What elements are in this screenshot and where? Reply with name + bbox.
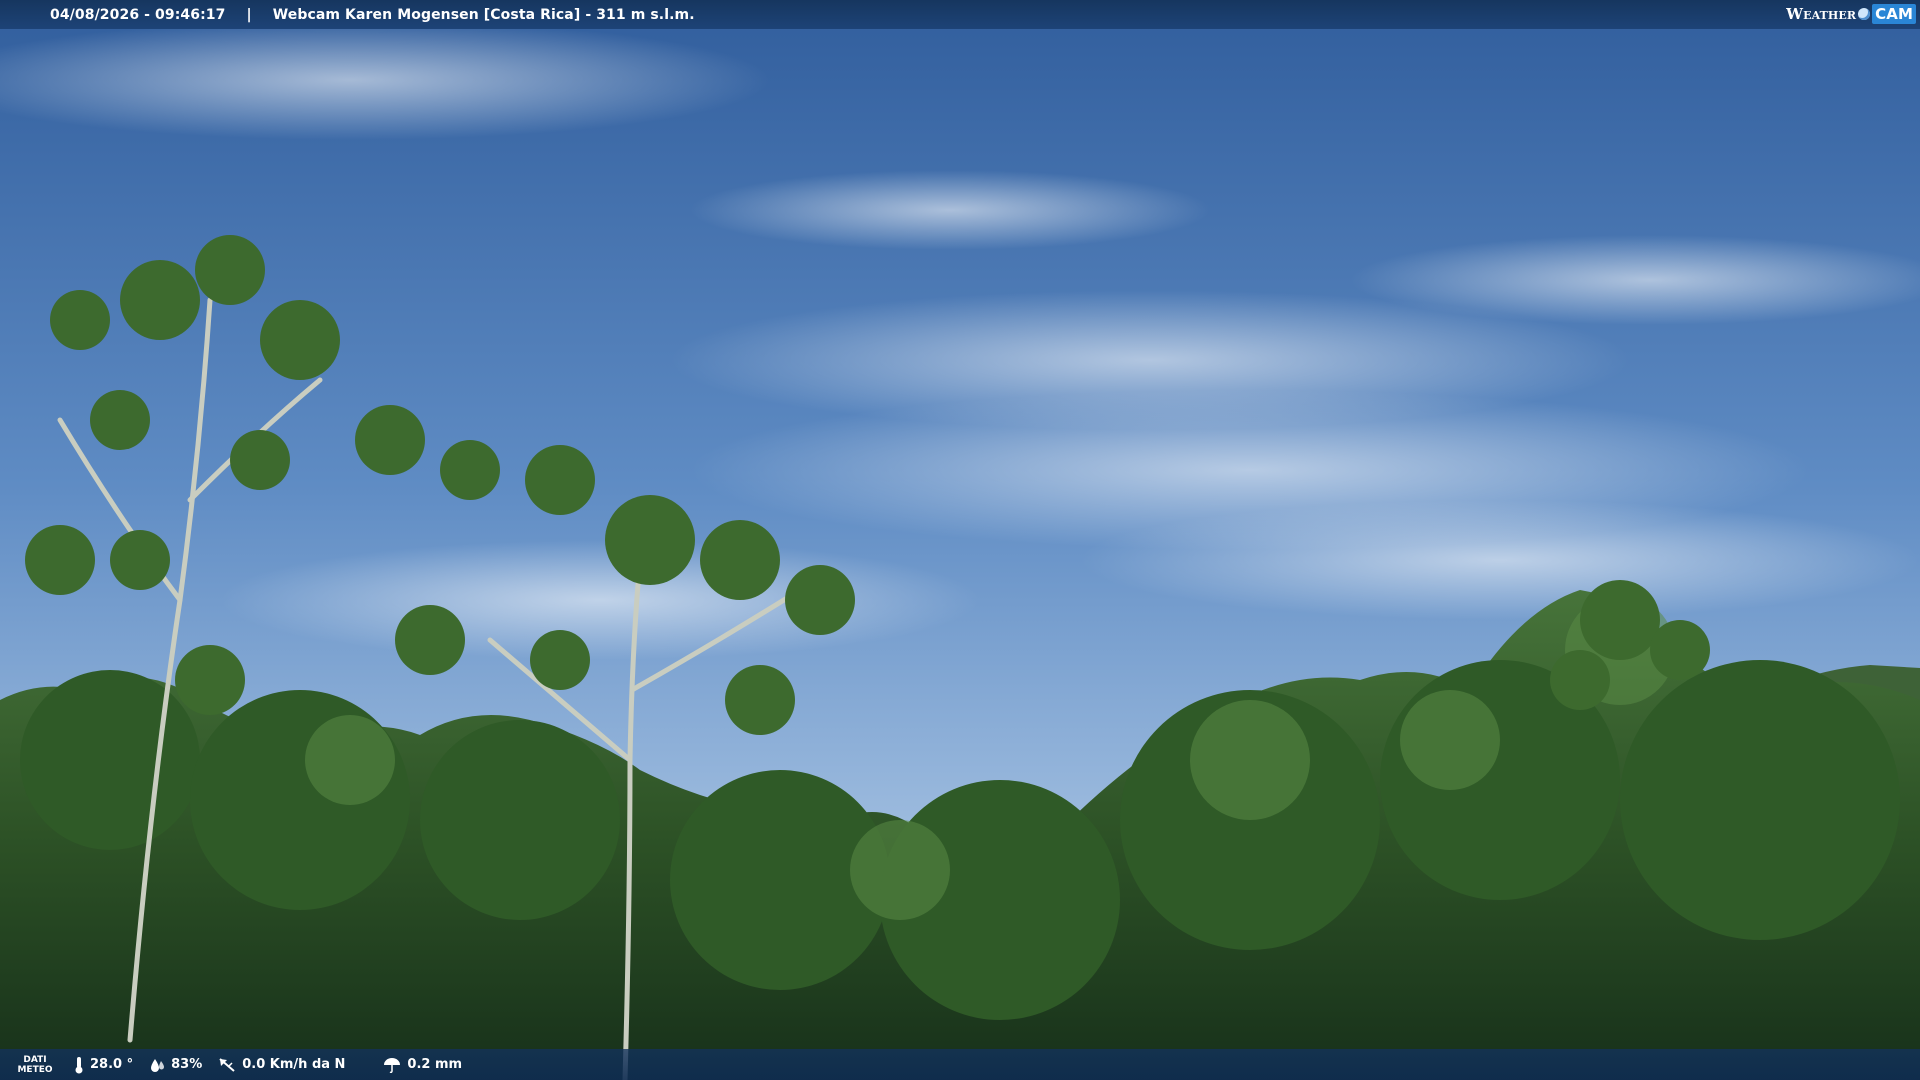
meteo-tag: DATI METEO — [12, 1055, 58, 1075]
humidity-value: 83% — [171, 1057, 203, 1072]
weathercam-logo: Weather CAM — [1786, 3, 1916, 25]
webcam-image — [0, 0, 1920, 1080]
location-label: Webcam Karen Mogensen [Costa Rica] - 311… — [272, 6, 695, 23]
temperature-value: 28.0 ° — [90, 1057, 134, 1072]
meteo-bar: DATI METEO 28.0 ° 83% 0.0 Km/h da N 0.2 … — [0, 1049, 1920, 1080]
wind-direction-icon — [219, 1057, 235, 1072]
humidity-reading: 83% — [149, 1057, 202, 1073]
timestamp: 04/08/2026 - 09:46:17 — [50, 6, 226, 23]
brand-cam: CAM — [1872, 4, 1916, 24]
meteo-tag-line1: DATI — [23, 1054, 47, 1065]
landscape-view — [0, 0, 1920, 1080]
separator: | — [246, 6, 252, 23]
thermometer-icon — [75, 1056, 83, 1073]
rain-value: 0.2 mm — [407, 1057, 463, 1072]
wind-reading: 0.0 Km/h da N — [218, 1057, 345, 1073]
brand-globe-icon — [1858, 8, 1871, 20]
rain-reading: 0.2 mm — [383, 1057, 462, 1073]
temperature-reading: 28.0 ° — [74, 1056, 133, 1074]
wind-value: 0.0 Km/h da N — [242, 1057, 346, 1072]
brand-weather: Weather — [1786, 5, 1857, 23]
overlay-top-bar: 04/08/2026 - 09:46:17 | Webcam Karen Mog… — [0, 0, 1920, 29]
rain-umbrella-icon — [384, 1057, 401, 1073]
meteo-tag-line2: METEO — [17, 1064, 53, 1075]
humidity-drops-icon — [151, 1058, 165, 1072]
